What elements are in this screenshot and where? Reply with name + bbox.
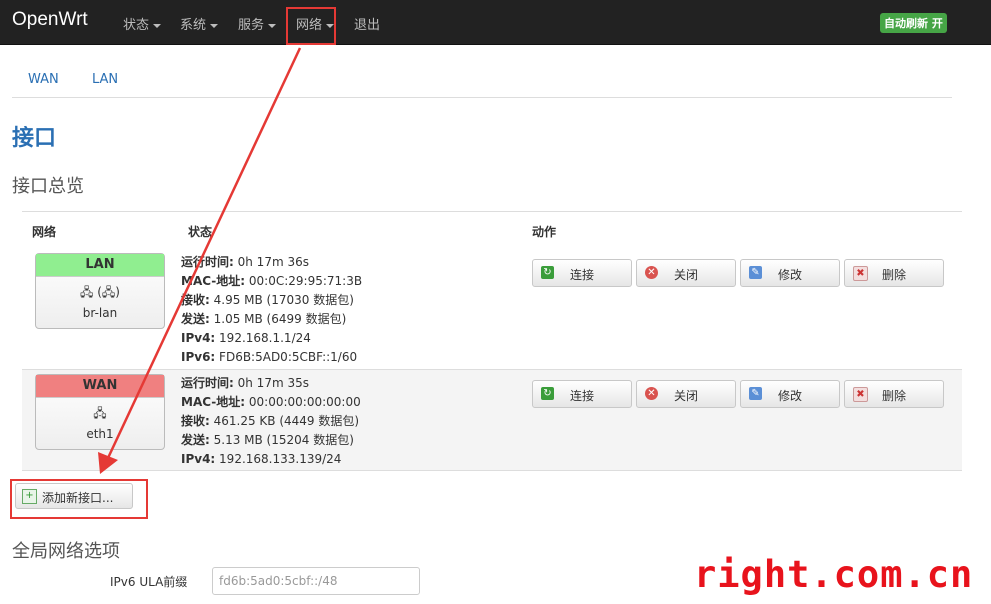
status-line: 运行时间: 0h 17m 36s bbox=[181, 255, 309, 269]
watermark-text: right.com.cn bbox=[694, 553, 974, 596]
interface-badge-wan[interactable]: WAN 🖧 eth1 bbox=[35, 374, 165, 450]
status-line: MAC-地址: 00:0C:29:95:71:3B bbox=[181, 274, 363, 288]
annotation-highlight-network bbox=[286, 7, 336, 45]
delete-button[interactable]: ✖ 删除 bbox=[844, 259, 944, 287]
edit-button[interactable]: ✎ 修改 bbox=[740, 380, 840, 408]
nav-menu-status[interactable]: 状态 bbox=[123, 14, 162, 33]
tab-divider bbox=[12, 97, 952, 98]
interface-badge-lan[interactable]: LAN 🖧 (🖧) br-lan bbox=[35, 253, 165, 329]
interfaces-table: 网络 状态 动作 LAN 🖧 (🖧) br-lan 运行时间: 0h 17m 3… bbox=[22, 211, 962, 471]
caret-down-icon bbox=[210, 23, 219, 28]
tab-wan[interactable]: WAN bbox=[28, 72, 59, 87]
nav-menu-system[interactable]: 系统 bbox=[180, 14, 219, 33]
connect-button[interactable]: ↻ 连接 bbox=[532, 259, 632, 287]
annotation-highlight-add bbox=[10, 479, 148, 519]
ula-prefix-input[interactable]: fd6b:5ad0:5cbf::/48 bbox=[212, 567, 420, 595]
connect-button[interactable]: ↻ 连接 bbox=[532, 380, 632, 408]
interface-name: LAN bbox=[36, 254, 164, 277]
status-line: IPv6: FD6B:5AD0:5CBF::1/60 bbox=[181, 350, 358, 364]
nav-menu-logout[interactable]: 退出 bbox=[354, 14, 380, 33]
network-device-icon: 🖧 (🖧) bbox=[80, 285, 120, 299]
status-line: 接收: 4.95 MB (17030 数据包) bbox=[181, 293, 354, 307]
nav-label: 系统 bbox=[180, 18, 207, 33]
interface-name: WAN bbox=[36, 375, 164, 398]
table-row: WAN 🖧 eth1 运行时间: 0h 17m 35s MAC-地址: 00:0… bbox=[22, 370, 962, 471]
delete-button[interactable]: ✖ 删除 bbox=[844, 380, 944, 408]
interface-status: 运行时间: 0h 17m 36s MAC-地址: 00:0C:29:95:71:… bbox=[181, 253, 362, 367]
tab-lan[interactable]: LAN bbox=[92, 72, 118, 87]
status-line: IPv4: 192.168.133.139/24 bbox=[181, 452, 342, 466]
edit-button[interactable]: ✎ 修改 bbox=[740, 259, 840, 287]
brand-logo[interactable]: OpenWrt bbox=[12, 9, 88, 31]
top-navbar: OpenWrt 状态 系统 服务 网络 退出 自动刷新 开 bbox=[0, 0, 991, 45]
network-device-icon: 🖧 bbox=[93, 406, 107, 420]
header-actions: 动作 bbox=[532, 225, 557, 239]
header-status: 状态 bbox=[188, 225, 213, 239]
interface-status: 运行时间: 0h 17m 35s MAC-地址: 00:00:00:00:00:… bbox=[181, 374, 361, 469]
page-title: 接口 bbox=[12, 126, 57, 151]
status-line: 发送: 1.05 MB (6499 数据包) bbox=[181, 312, 347, 326]
interface-device: br-lan bbox=[82, 306, 118, 320]
caret-down-icon bbox=[268, 23, 277, 28]
nav-label: 退出 bbox=[354, 18, 381, 33]
interface-device: eth1 bbox=[86, 427, 114, 441]
table-header: 网络 状态 动作 bbox=[22, 211, 962, 250]
nav-label: 状态 bbox=[123, 18, 150, 33]
status-line: 发送: 5.13 MB (15204 数据包) bbox=[181, 433, 354, 447]
table-row: LAN 🖧 (🖧) br-lan 运行时间: 0h 17m 36s MAC-地址… bbox=[22, 249, 962, 370]
status-line: MAC-地址: 00:00:00:00:00:00 bbox=[181, 395, 361, 409]
status-line: IPv4: 192.168.1.1/24 bbox=[181, 331, 311, 345]
section-title: 接口总览 bbox=[12, 176, 84, 197]
nav-menu-services[interactable]: 服务 bbox=[238, 14, 277, 33]
stop-button[interactable]: ✕ 关闭 bbox=[636, 259, 736, 287]
nav-label: 服务 bbox=[238, 18, 265, 33]
header-network: 网络 bbox=[32, 225, 57, 239]
ula-prefix-label: IPv6 ULA前缀 bbox=[110, 575, 188, 589]
stop-button[interactable]: ✕ 关闭 bbox=[636, 380, 736, 408]
status-line: 运行时间: 0h 17m 35s bbox=[181, 376, 309, 390]
status-line: 接收: 461.25 KB (4449 数据包) bbox=[181, 414, 360, 428]
auto-refresh-badge[interactable]: 自动刷新 开 bbox=[880, 13, 947, 33]
global-options-title: 全局网络选项 bbox=[12, 541, 120, 562]
caret-down-icon bbox=[153, 23, 162, 28]
